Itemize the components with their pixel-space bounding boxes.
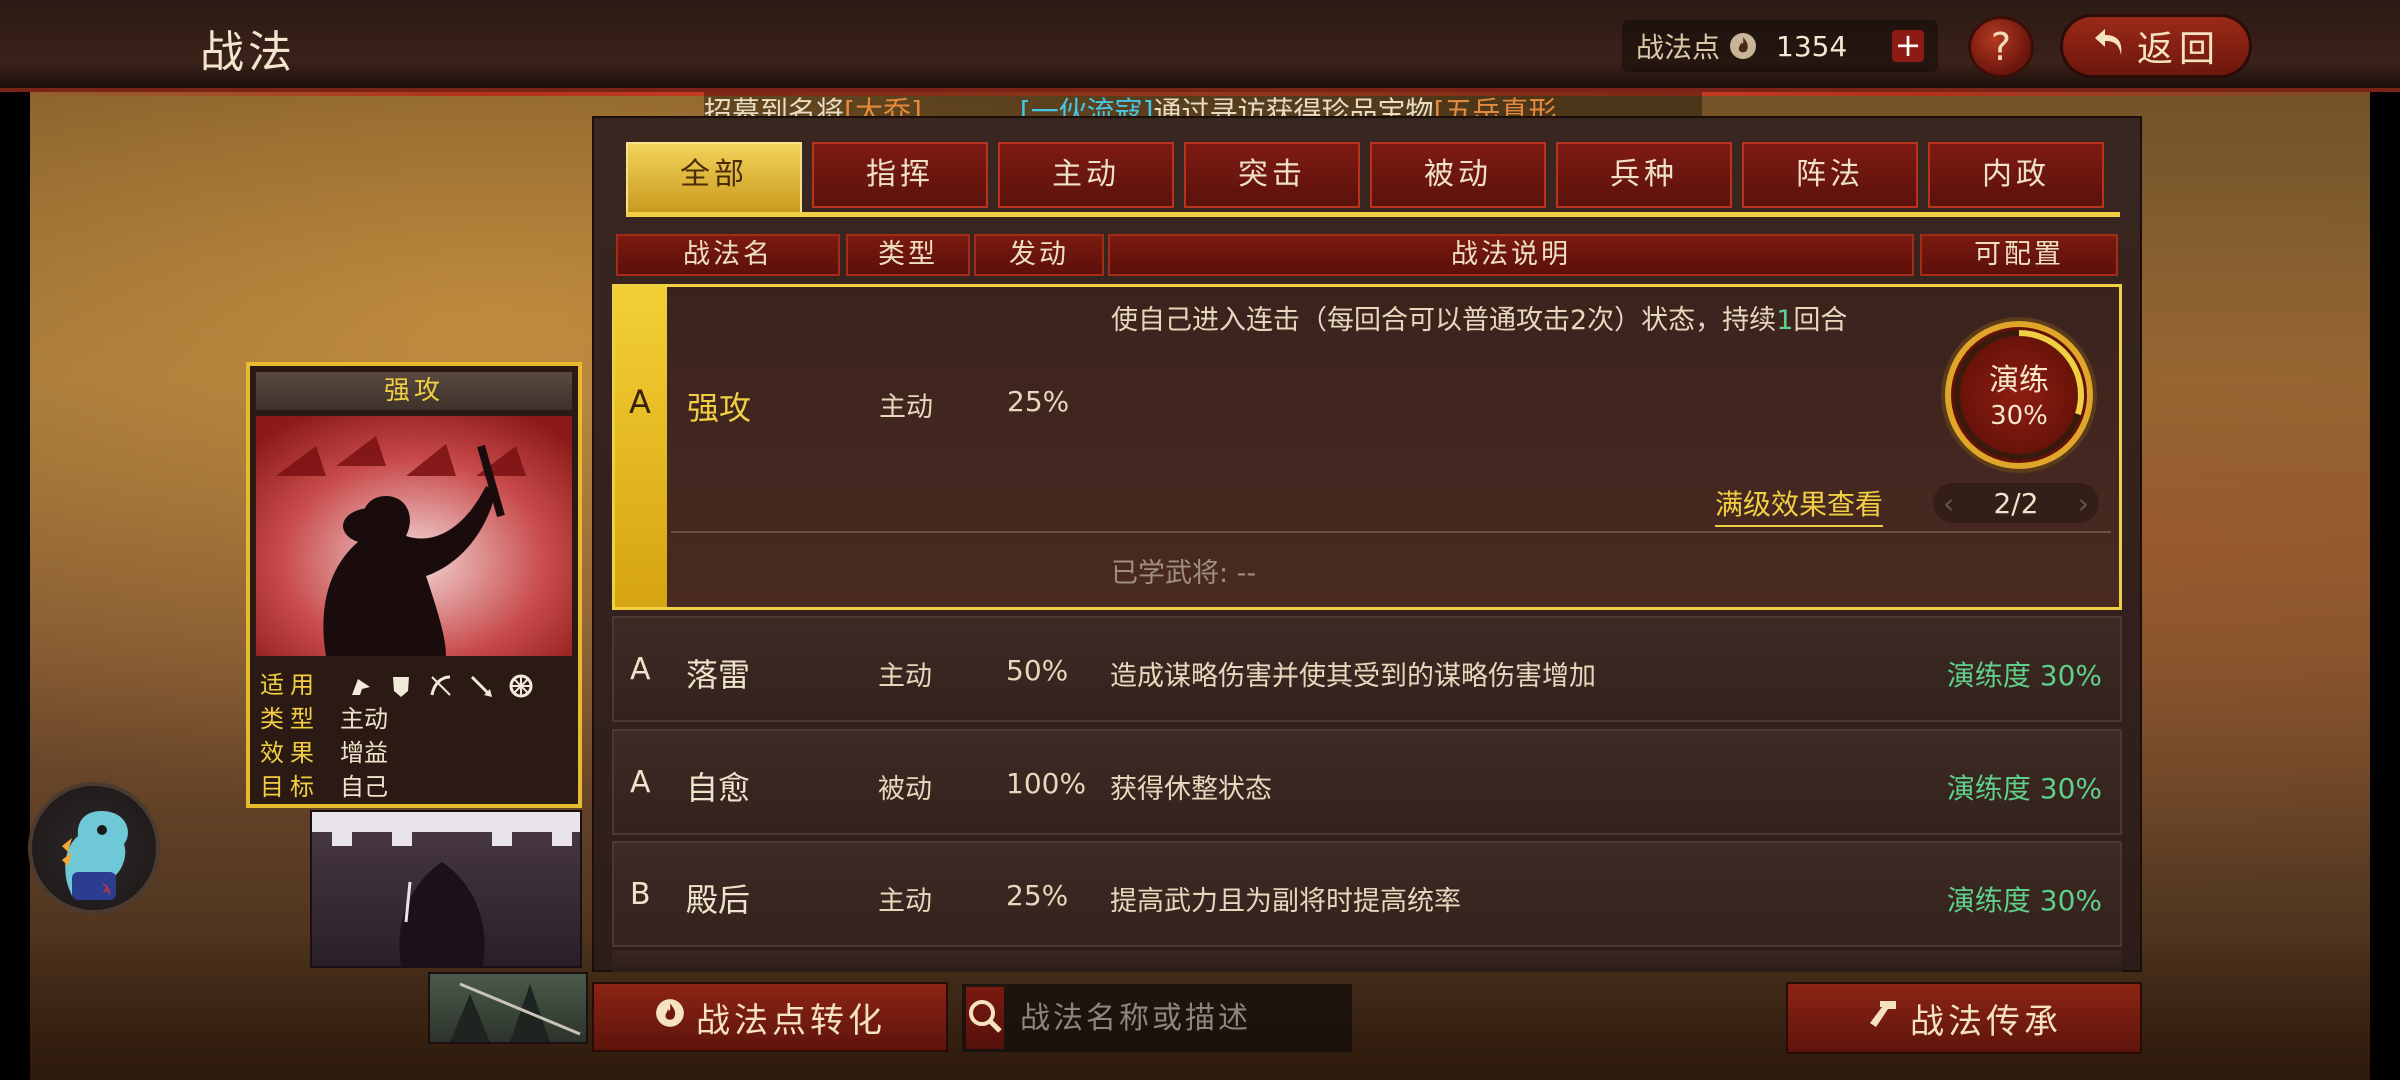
tactic-name: 落雷 [686, 656, 751, 694]
tactic-type: 主动 [878, 661, 932, 692]
back-label: 返回 [2136, 29, 2221, 70]
tactic-type: 被动 [878, 774, 932, 805]
skill-card: 强攻 适用 类型 主动 效果 增益 目标 自己 [246, 362, 582, 808]
tab-formation[interactable]: 阵法 [1742, 142, 1918, 208]
chevron-left-icon[interactable]: ‹ [1943, 487, 1954, 520]
selected-marker [615, 287, 667, 607]
column-header-type: 类型 [846, 234, 970, 276]
tactic-type: 主动 [878, 886, 932, 917]
convert-points-label: 战法点转化 [696, 1000, 886, 1041]
tactic-row[interactable]: A 落雷 主动 50% 造成谋略伤害并使其受到的谋略伤害增加 演练度 30% [612, 616, 2122, 722]
tab-passive[interactable]: 被动 [1370, 142, 1546, 208]
search-button[interactable] [966, 987, 1004, 1049]
assistant-avatar[interactable]: ϡ [28, 782, 160, 914]
level-page: 2/2 [1993, 486, 2039, 520]
tactic-grade: B [630, 877, 651, 912]
learned-generals: 已学武将: -- [1111, 558, 1257, 589]
page-title: 战法 [200, 27, 296, 78]
back-button[interactable]: 返回 [2060, 14, 2252, 78]
inherit-tactic-button[interactable]: 战法传承 [1786, 982, 2142, 1054]
row-divider [671, 531, 2111, 533]
card-type-label: 类型 [260, 705, 320, 733]
card-info: 适用 类型 主动 效果 增益 目标 自己 [260, 668, 534, 804]
level-pager: ‹ 2/2 › [1933, 483, 2099, 523]
proficiency: 演练度 30% [1946, 659, 2102, 692]
flame-icon [1728, 31, 1758, 61]
card-apply-label: 适用 [260, 671, 320, 699]
category-tabs: 全部 指挥 主动 突击 被动 兵种 阵法 内政 [626, 142, 2104, 214]
tactic-description: 提高武力且为副将时提高统率 [1110, 886, 1461, 917]
tabs-underline [626, 212, 2120, 217]
tab-troop[interactable]: 兵种 [1556, 142, 1732, 208]
back-arrow-icon [2091, 25, 2127, 68]
full-effect-link[interactable]: 满级效果查看 [1715, 483, 1884, 527]
tactic-description-text: 使自己进入连击（每回合可以普通攻击2次）状态，持续 [1111, 305, 1777, 336]
add-points-button[interactable]: + [1892, 29, 1924, 62]
stacked-card[interactable] [428, 972, 588, 1044]
tactic-grade: A [630, 765, 651, 800]
tactic-type: 主动 [879, 392, 933, 423]
points-label: 战法点 [1636, 31, 1721, 64]
proficiency: 演练度 30% [1946, 884, 2102, 917]
cavalry-icon [348, 673, 374, 699]
search-input[interactable] [1004, 1000, 1393, 1036]
tactic-rate: 100% [1006, 767, 1087, 800]
search-bar [962, 984, 1393, 1052]
card-title: 强攻 [256, 372, 572, 410]
hammer-icon [1866, 997, 1900, 1040]
chevron-right-icon[interactable]: › [2078, 487, 2089, 520]
tactic-rate: 50% [1006, 654, 1069, 687]
card-target-value: 自己 [340, 773, 388, 801]
column-header-rate: 发动 [974, 234, 1104, 276]
tactic-description: 造成谋略伤害并使其受到的谋略伤害增加 [1110, 661, 1596, 692]
tab-active[interactable]: 主动 [998, 142, 1174, 208]
tab-command[interactable]: 指挥 [812, 142, 988, 208]
tactic-row-selected[interactable]: A 强攻 主动 25% 使自己进入连击（每回合可以普通攻击2次）状态，持续1回合… [612, 284, 2122, 610]
help-button[interactable]: ? [1968, 16, 2034, 78]
column-header-name: 战法名 [616, 234, 840, 276]
list-scroll-edge [612, 950, 2122, 972]
tactic-row[interactable]: B 殿后 主动 25% 提高武力且为副将时提高统率 演练度 30% [612, 841, 2122, 947]
practice-progress-ring [1954, 330, 2084, 460]
tactic-grade: A [630, 652, 651, 687]
tactic-grade: A [629, 383, 651, 421]
bow-icon [428, 673, 454, 699]
tactic-points-box: 战法点 1354 + [1622, 20, 1938, 72]
top-bar: 战法 战法点 1354 + ? 返回 [0, 0, 2400, 96]
tactic-name: 殿后 [686, 881, 751, 919]
tactic-name: 自愈 [686, 769, 751, 807]
column-header-description: 战法说明 [1108, 234, 1914, 276]
card-effect-value: 增益 [340, 739, 388, 767]
practice-button[interactable]: 演练 30% [1945, 321, 2093, 469]
column-header-config: 可配置 [1920, 234, 2118, 276]
tactic-description: 获得休整状态 [1110, 774, 1272, 805]
tactic-rate: 25% [1007, 385, 1070, 418]
tactic-rate: 25% [1006, 879, 1069, 912]
wheel-icon [508, 673, 534, 699]
tactic-duration-number: 1 [1776, 305, 1794, 336]
tactic-row[interactable]: A 自愈 被动 100% 获得休整状态 演练度 30% [612, 729, 2122, 835]
proficiency: 演练度 30% [1946, 772, 2102, 805]
convert-points-button[interactable]: 战法点转化 [592, 982, 948, 1052]
tactic-description: 使自己进入连击（每回合可以普通攻击2次）状态，持续1回合 [1111, 297, 1931, 345]
card-effect-label: 效果 [260, 739, 320, 767]
points-value: 1354 [1776, 29, 1848, 63]
tab-all[interactable]: 全部 [626, 142, 802, 214]
unit-icons [348, 673, 534, 699]
stacked-card[interactable] [310, 810, 582, 968]
flame-icon [654, 997, 686, 1038]
card-artwork [256, 416, 572, 656]
spear-icon [468, 673, 494, 699]
card-type-value: 主动 [340, 705, 388, 733]
tactic-description-suffix: 回合 [1793, 305, 1848, 336]
tactic-name: 强攻 [687, 389, 752, 427]
tab-internal[interactable]: 内政 [1928, 142, 2104, 208]
card-target-label: 目标 [260, 773, 320, 801]
shield-icon [388, 673, 414, 699]
search-icon [966, 997, 1004, 1039]
svg-text:ϡ: ϡ [102, 880, 111, 896]
tab-assault[interactable]: 突击 [1184, 142, 1360, 208]
inherit-tactic-label: 战法传承 [1910, 1001, 2062, 1042]
